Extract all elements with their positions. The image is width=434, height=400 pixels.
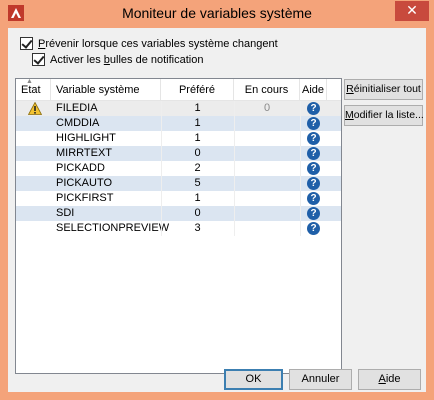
variable-name-cell: SDI — [56, 207, 75, 219]
current-value-cell — [234, 206, 300, 221]
variables-list[interactable]: ▲ Etat Variable système Préféré En cours… — [15, 78, 342, 374]
help-icon[interactable]: ? — [307, 222, 320, 235]
preferred-value-cell[interactable]: 1 — [161, 131, 234, 146]
variable-name-cell: PICKADD — [56, 162, 105, 174]
balloon-notification-checkbox-row[interactable]: Activer les bulles de notification — [32, 53, 252, 67]
table-row[interactable]: PICKFIRST 1? — [16, 191, 341, 206]
column-header-current[interactable]: En cours — [234, 79, 300, 101]
current-value-cell: 0 — [263, 102, 271, 114]
column-divider — [300, 221, 301, 236]
column-divider — [300, 176, 301, 191]
column-divider — [161, 116, 162, 131]
current-value-cell — [234, 176, 300, 191]
table-row[interactable]: SDI 0? — [16, 206, 341, 221]
column-header-preferred[interactable]: Préféré — [161, 79, 234, 101]
column-divider — [161, 221, 162, 236]
table-row[interactable]: PICKADD 2? — [16, 161, 341, 176]
help-icon[interactable]: ? — [307, 192, 320, 205]
help-icon[interactable]: ? — [307, 117, 320, 130]
column-divider — [300, 116, 301, 131]
notify-change-label: Prévenir lorsque ces variables système c… — [38, 38, 278, 50]
help-icon[interactable]: ? — [307, 207, 320, 220]
help-icon[interactable]: ? — [307, 132, 320, 145]
window-title: Moniteur de variables système — [122, 5, 312, 21]
balloon-notification-checkbox[interactable] — [32, 53, 45, 66]
preferred-value-cell[interactable]: 3 — [161, 221, 234, 236]
current-value-cell — [234, 191, 300, 206]
column-divider — [161, 131, 162, 146]
column-divider — [161, 176, 162, 191]
column-divider — [161, 191, 162, 206]
column-divider — [300, 146, 301, 161]
balloon-notification-label: Activer les bulles de notification — [50, 54, 204, 66]
variable-name-cell: CMDDIA — [56, 117, 100, 129]
column-divider — [300, 191, 301, 206]
preferred-value-cell[interactable]: 5 — [161, 176, 234, 191]
table-row[interactable]: SELECTIONPREVIEW 3? — [16, 221, 341, 236]
column-divider — [161, 161, 162, 176]
preferred-value-cell[interactable]: 0 — [161, 206, 234, 221]
column-divider — [300, 161, 301, 176]
list-header: ▲ Etat Variable système Préféré En cours… — [16, 79, 341, 101]
column-divider — [234, 206, 235, 221]
preferred-value-cell[interactable]: 2 — [161, 161, 234, 176]
variable-name-cell: SELECTIONPREVIEW — [56, 222, 170, 234]
preferred-value-cell[interactable]: 1 — [161, 116, 234, 131]
preferred-value-cell[interactable]: 1 — [161, 101, 234, 116]
help-icon[interactable]: ? — [307, 102, 320, 115]
variable-name-cell: PICKFIRST — [56, 192, 114, 204]
column-divider — [234, 176, 235, 191]
notify-change-checkbox-row[interactable]: Prévenir lorsque ces variables système c… — [20, 37, 280, 51]
table-row[interactable]: HIGHLIGHT 1? — [16, 131, 341, 146]
table-row[interactable]: CMDDIA 1? — [16, 116, 341, 131]
cancel-button[interactable]: Annuler — [289, 369, 352, 390]
column-header-variable[interactable]: Variable système — [51, 79, 161, 101]
column-header-state[interactable]: ▲ Etat — [16, 79, 51, 101]
column-divider — [161, 146, 162, 161]
column-divider — [161, 206, 162, 221]
variable-name-cell: MIRRTEXT — [56, 147, 113, 159]
table-row[interactable]: MIRRTEXT 0? — [16, 146, 341, 161]
preferred-value-cell[interactable]: 0 — [161, 146, 234, 161]
edit-list-button[interactable]: Modifier la liste... — [344, 105, 424, 126]
column-divider — [234, 221, 235, 236]
ok-button[interactable]: OK — [224, 369, 283, 390]
close-button[interactable]: ✕ — [395, 1, 429, 21]
current-value-cell — [234, 131, 300, 146]
notify-change-checkbox[interactable] — [20, 37, 33, 50]
column-divider — [300, 101, 301, 116]
column-divider — [234, 101, 235, 116]
column-divider — [161, 101, 162, 116]
sort-ascending-icon: ▲ — [26, 78, 33, 85]
dialog-client-area: Prévenir lorsque ces variables système c… — [8, 28, 426, 392]
close-icon: ✕ — [406, 2, 418, 18]
variable-name-cell: HIGHLIGHT — [56, 132, 116, 144]
column-divider — [234, 191, 235, 206]
variable-name-cell: PICKAUTO — [56, 177, 113, 189]
preferred-value-cell[interactable]: 1 — [161, 191, 234, 206]
title-bar[interactable]: Moniteur de variables système ✕ — [0, 0, 434, 26]
dialog-window: Moniteur de variables système ✕ Prévenir… — [0, 0, 434, 400]
reset-all-button[interactable]: Réinitialiser tout — [344, 79, 423, 100]
current-value-cell — [234, 221, 300, 236]
table-row[interactable]: PICKAUTO 5? — [16, 176, 341, 191]
column-divider — [234, 146, 235, 161]
current-value-cell — [234, 146, 300, 161]
help-button[interactable]: Aide — [358, 369, 421, 390]
warning-icon — [28, 102, 42, 115]
column-divider — [234, 116, 235, 131]
help-icon[interactable]: ? — [307, 177, 320, 190]
help-icon[interactable]: ? — [307, 162, 320, 175]
column-divider — [300, 206, 301, 221]
help-icon[interactable]: ? — [307, 147, 320, 160]
current-value-cell — [234, 161, 300, 176]
column-divider — [234, 161, 235, 176]
variable-name-cell: FILEDIA — [56, 102, 98, 114]
table-row[interactable]: FILEDIA 1 0? — [16, 101, 341, 116]
current-value-cell — [234, 116, 300, 131]
column-divider — [300, 131, 301, 146]
column-divider — [234, 131, 235, 146]
column-header-help[interactable]: Aide — [300, 79, 327, 101]
